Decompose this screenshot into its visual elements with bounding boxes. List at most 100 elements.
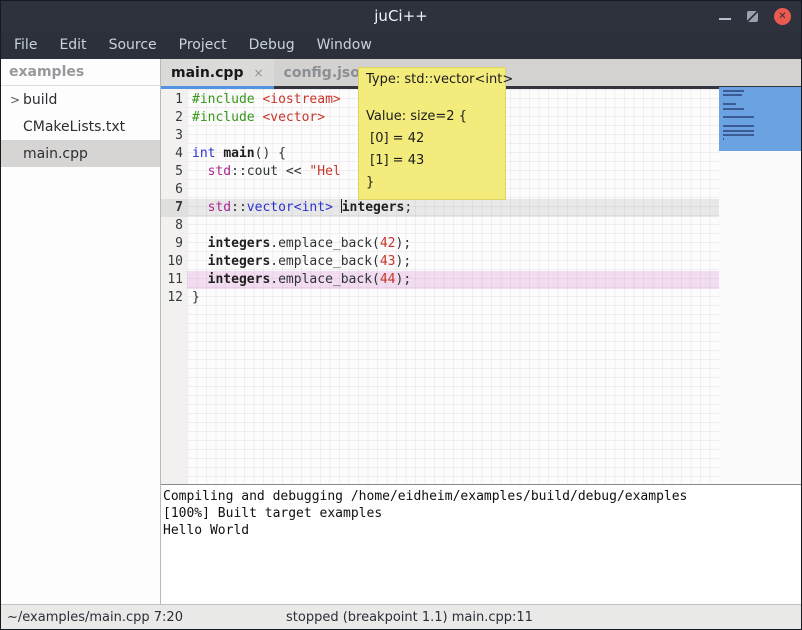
debug-value-tooltip: Type: std::vector<int> Value: size=2 { [… <box>358 67 506 200</box>
code-token: integers <box>342 200 405 215</box>
code-line[interactable] <box>187 217 719 235</box>
status-file-position: ~/examples/main.cpp 7:20 <box>7 610 183 625</box>
code-token: int <box>192 146 215 161</box>
line-number[interactable]: 5 <box>161 163 187 181</box>
code-token: ); <box>396 236 412 251</box>
minimap-viewport[interactable] <box>719 87 801 151</box>
main-area: examples > build CMakeLists.txt main.cpp… <box>1 59 801 604</box>
tooltip-gap <box>366 88 498 106</box>
tooltip-type: Type: std::vector<int> <box>366 71 498 88</box>
line-number[interactable]: 6 <box>161 181 187 199</box>
line-number[interactable]: 12 <box>161 289 187 307</box>
minimap-line <box>723 116 754 118</box>
code-token: 44 <box>380 272 396 287</box>
line-number[interactable]: 9 <box>161 235 187 253</box>
menu-edit[interactable]: Edit <box>48 31 97 59</box>
code-token: #include <box>192 92 262 107</box>
code-token: () { <box>255 146 286 161</box>
code-token: std <box>208 200 231 215</box>
code-token: ::cout << <box>231 164 309 179</box>
window-title: juCi++ <box>1 7 801 25</box>
tree-item-label: CMakeLists.txt <box>23 119 125 135</box>
line-number[interactable]: 4 <box>161 145 187 163</box>
line-number[interactable]: 10 <box>161 253 187 271</box>
code-line[interactable]: integers.emplace_back(43); <box>187 253 719 271</box>
tree-item-label: main.cpp <box>23 146 88 162</box>
tab-label: main.cpp <box>171 65 243 81</box>
minimap-line <box>723 103 736 105</box>
menu-project[interactable]: Project <box>168 31 238 59</box>
code-token <box>333 200 341 215</box>
code-token <box>192 272 208 287</box>
line-number[interactable]: 3 <box>161 127 187 145</box>
code-token: integers <box>208 236 271 251</box>
minimap-line <box>723 130 754 132</box>
code-token: main <box>223 146 254 161</box>
status-bar: ~/examples/main.cpp 7:20 stopped (breakp… <box>1 604 801 629</box>
code-token: 43 <box>380 254 396 269</box>
tree-item-maincpp[interactable]: main.cpp <box>1 140 160 167</box>
restore-icon[interactable] <box>747 11 758 22</box>
output-panel[interactable]: Compiling and debugging /home/eidheim/ex… <box>161 485 801 604</box>
code-line[interactable]: integers.emplace_back(44); <box>187 271 719 289</box>
code-token: vector<int> <box>247 200 333 215</box>
tree-item-build[interactable]: > build <box>1 86 160 113</box>
line-number[interactable]: 2 <box>161 109 187 127</box>
tree-item-label: build <box>23 92 57 108</box>
output-line: Compiling and debugging /home/eidheim/ex… <box>163 488 801 505</box>
menu-file[interactable]: File <box>3 31 48 59</box>
line-number[interactable]: 1 <box>161 91 187 109</box>
code-token: std <box>208 164 231 179</box>
code-token: ; <box>404 200 412 215</box>
minimap-line <box>723 125 754 127</box>
code-token: ); <box>396 254 412 269</box>
editor-column: main.cpp × config.json 123456789101112 #… <box>161 59 801 604</box>
code-token <box>192 254 208 269</box>
code-line[interactable]: std::vector<int> integers; <box>187 199 719 217</box>
app-window: juCi++ ✕ File Edit Source Project Debug … <box>0 0 802 630</box>
code-token <box>192 200 208 215</box>
code-line[interactable]: } <box>187 289 719 307</box>
code-token: #include <box>192 110 262 125</box>
tooltip-value: Value: size=2 { <box>366 106 498 128</box>
output-line: Hello World <box>163 522 801 539</box>
minimap-line <box>723 90 744 92</box>
tab-maincpp[interactable]: main.cpp × <box>161 59 274 86</box>
code-token: } <box>192 290 200 305</box>
minimap-line <box>723 94 742 96</box>
minimap[interactable] <box>719 89 801 484</box>
window-controls: ✕ <box>719 1 791 31</box>
code-token <box>192 236 208 251</box>
menu-window[interactable]: Window <box>306 31 383 59</box>
status-debug-state: stopped (breakpoint 1.1) main.cpp:11 <box>286 610 533 625</box>
chevron-right-icon[interactable]: > <box>7 93 23 107</box>
minimap-line <box>723 134 754 136</box>
code-token: 42 <box>380 236 396 251</box>
code-token <box>192 164 208 179</box>
line-number-gutter[interactable]: 123456789101112 <box>161 89 187 484</box>
code-line[interactable]: integers.emplace_back(42); <box>187 235 719 253</box>
line-number[interactable]: 8 <box>161 217 187 235</box>
line-number[interactable]: 11 <box>161 271 187 289</box>
line-number[interactable]: 7 <box>161 199 187 217</box>
tooltip-value: } <box>366 172 498 194</box>
minimize-icon[interactable] <box>719 18 731 20</box>
code-token: :: <box>231 200 247 215</box>
tab-close-icon[interactable]: × <box>253 66 263 80</box>
code-token: <vector> <box>262 110 325 125</box>
menu-debug[interactable]: Debug <box>238 31 306 59</box>
code-token: .emplace_back( <box>270 272 380 287</box>
tree-item-cmakelists[interactable]: CMakeLists.txt <box>1 113 160 140</box>
tooltip-value: [1] = 43 <box>366 150 498 172</box>
minimap-line <box>723 138 724 140</box>
menu-source[interactable]: Source <box>98 31 168 59</box>
close-icon[interactable]: ✕ <box>774 8 791 25</box>
code-token: "Hel <box>309 164 340 179</box>
file-tree-sidebar: examples > build CMakeLists.txt main.cpp <box>1 59 161 604</box>
code-token: <iostream> <box>262 92 340 107</box>
code-token: ); <box>396 272 412 287</box>
titlebar[interactable]: juCi++ ✕ <box>1 1 801 31</box>
tab-label: config.json <box>284 65 370 81</box>
code-token: integers <box>208 254 271 269</box>
project-name-header[interactable]: examples <box>1 59 160 86</box>
